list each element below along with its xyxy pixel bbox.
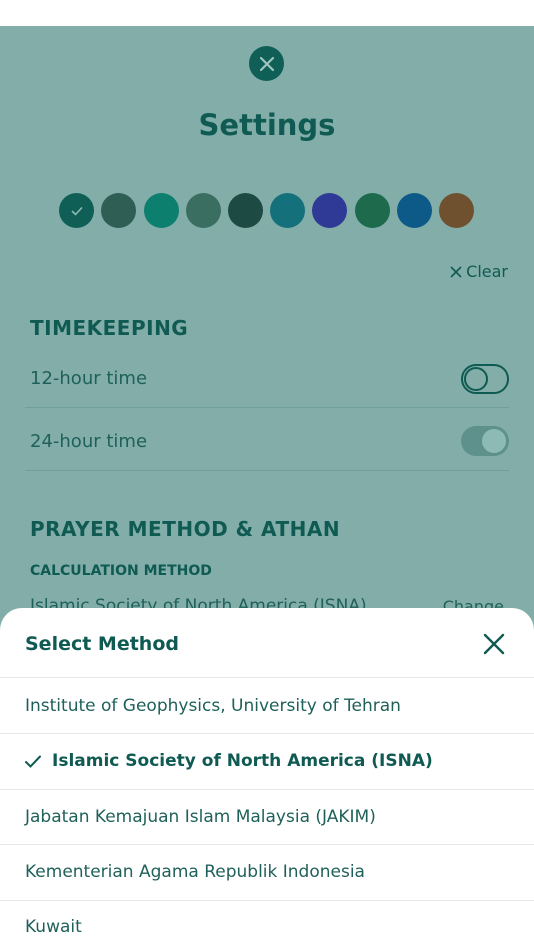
select-method-sheet: Select Method Institute of Geophysics, U… [0, 608, 534, 950]
clear-button[interactable]: Clear [450, 262, 508, 281]
divider [0, 733, 534, 734]
theme-swatch[interactable] [144, 193, 179, 228]
check-icon [25, 755, 52, 768]
clear-label: Clear [466, 262, 508, 281]
theme-swatch[interactable] [270, 193, 305, 228]
option-24-hour-label: 24-hour time [30, 431, 148, 452]
theme-swatch[interactable] [439, 193, 474, 228]
theme-swatch[interactable] [397, 193, 432, 228]
method-option[interactable]: Kementerian Agama Republik Indonesia [25, 862, 365, 882]
divider [0, 900, 534, 901]
close-icon [259, 56, 274, 71]
sheet-title: Select Method [25, 633, 179, 655]
divider [0, 677, 534, 678]
top-bar [0, 0, 534, 26]
method-option-label: Kuwait [25, 917, 82, 937]
theme-swatch[interactable] [59, 193, 94, 228]
theme-swatch[interactable] [312, 193, 347, 228]
check-icon [70, 206, 83, 216]
method-option-selected[interactable]: Islamic Society of North America (ISNA) [25, 751, 433, 771]
prayer-method-heading: PRAYER METHOD & ATHAN [30, 517, 341, 541]
divider [25, 407, 509, 408]
method-option-label: Islamic Society of North America (ISNA) [52, 751, 433, 771]
method-option[interactable]: Institute of Geophysics, University of T… [25, 696, 401, 716]
toggle-12-hour[interactable] [461, 364, 509, 394]
timekeeping-heading: TIMEKEEPING [30, 316, 189, 340]
method-option-label: Kementerian Agama Republik Indonesia [25, 862, 365, 882]
close-icon[interactable] [481, 631, 507, 657]
toggle-24-hour[interactable] [461, 426, 509, 456]
divider [0, 789, 534, 790]
theme-swatch[interactable] [101, 193, 136, 228]
theme-swatch[interactable] [186, 193, 221, 228]
toggle-knob [464, 367, 488, 391]
theme-swatch[interactable] [228, 193, 263, 228]
method-option[interactable]: Kuwait [25, 917, 82, 937]
calculation-method-label: CALCULATION METHOD [30, 563, 212, 579]
divider [25, 470, 509, 471]
divider [0, 844, 534, 845]
method-option-label: Institute of Geophysics, University of T… [25, 696, 401, 716]
method-option[interactable]: Jabatan Kemajuan Islam Malaysia (JAKIM) [25, 807, 376, 827]
method-option-label: Jabatan Kemajuan Islam Malaysia (JAKIM) [25, 807, 376, 827]
theme-swatch[interactable] [355, 193, 390, 228]
option-12-hour-label: 12-hour time [30, 368, 148, 389]
close-settings-button[interactable] [249, 46, 284, 81]
close-icon [450, 265, 462, 278]
toggle-knob [482, 429, 506, 453]
page-title: Settings [198, 108, 336, 142]
